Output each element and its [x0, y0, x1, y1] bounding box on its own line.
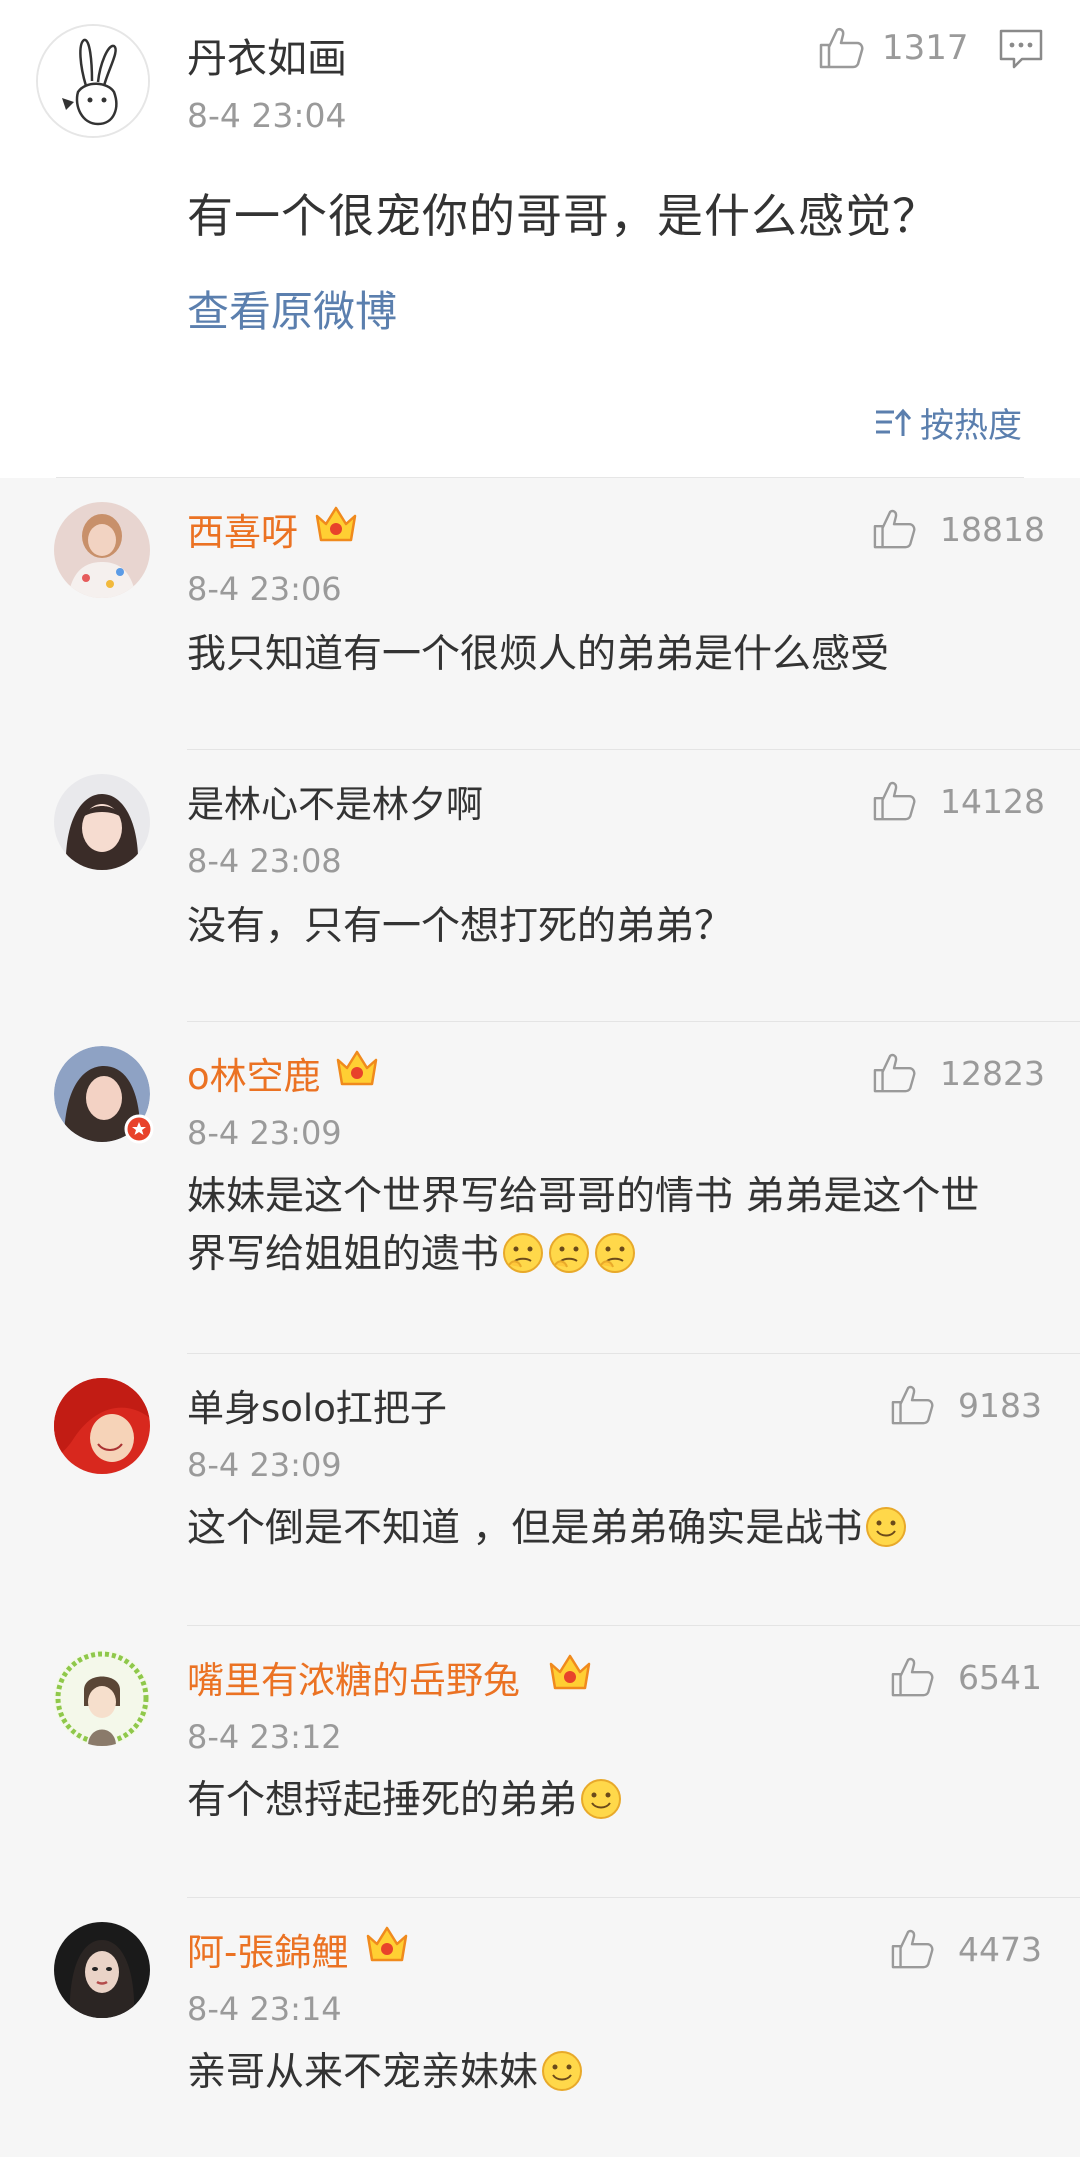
original-post: 丹衣如画 8-4 23:04 1317 有一个很宠你的哥哥，是什么感觉？ 查看原… — [0, 0, 1080, 478]
commenter-name[interactable]: 单身solo扛把子 — [187, 1378, 447, 1432]
comment-timestamp: 8-4 23:06 — [187, 570, 342, 608]
comment-text: 有个想捋起捶死的弟弟 — [187, 1778, 578, 1823]
post-like-count: 1317 — [882, 28, 969, 68]
sort-label: 按热度 — [920, 406, 1022, 446]
commenter-name[interactable]: 嘴里有浓糖的岳野兔 — [187, 1650, 520, 1704]
comment-timestamp: 8-4 23:09 — [187, 1114, 342, 1152]
comment-text: 我只知道有一个很烦人的弟弟是什么感受 — [187, 632, 890, 677]
comment-icon[interactable] — [998, 28, 1044, 74]
sort-by-hot-button[interactable]: 按热度 — [874, 398, 1022, 447]
post-content: 有一个很宠你的哥哥，是什么感觉？ — [187, 189, 939, 243]
comment-like-button[interactable]: 12823 — [872, 1052, 1045, 1094]
thumbs-up-icon — [891, 1657, 934, 1697]
sort-icon — [876, 408, 912, 436]
post-author-avatar[interactable] — [36, 24, 150, 138]
comment-text-block: 亲哥从来不宠亲妹妹 — [187, 2044, 1017, 2102]
comment-like-count: 18818 — [940, 509, 1045, 549]
comment-item: 西喜呀 8-4 23:06 我只知道有一个很烦人的弟弟是什么感受 18818 — [0, 478, 1080, 750]
commenter-name[interactable]: 西喜呀 — [187, 502, 298, 556]
thumbs-up-icon — [891, 1385, 934, 1425]
comment-like-button[interactable]: 9183 — [890, 1384, 1042, 1426]
thumbs-up-icon — [873, 781, 916, 821]
comment-like-button[interactable]: 18818 — [872, 508, 1045, 550]
comment-item: 阿-張錦鯉 8-4 23:14 亲哥从来不宠亲妹妹 4473 — [0, 1898, 1080, 2157]
comment-like-count: 6541 — [958, 1657, 1042, 1697]
comment-text-block: 这个倒是不知道 ，但是弟弟确实是战书 — [187, 1500, 1017, 1558]
comment-text-block: 有个想捋起捶死的弟弟 — [187, 1772, 1017, 1830]
comment-timestamp: 8-4 23:14 — [187, 1990, 342, 2028]
commenter-avatar[interactable] — [54, 1378, 150, 1474]
thinking-emoji-icon — [549, 1233, 590, 1273]
view-original-link[interactable]: 查看原微博 — [187, 278, 397, 339]
comment-item: 单身solo扛把子 8-4 23:09 这个倒是不知道 ，但是弟弟确实是战书 9… — [0, 1354, 1080, 1626]
comment-like-button[interactable]: 4473 — [890, 1928, 1042, 1970]
thumbs-up-icon — [873, 1053, 916, 1093]
comment-like-count: 4473 — [958, 1929, 1042, 1969]
commenter-avatar[interactable] — [54, 774, 150, 870]
comment-like-count: 12823 — [940, 1053, 1045, 1093]
thumbs-up-icon — [873, 509, 916, 549]
smile-emoji-icon — [542, 2051, 583, 2091]
vip-crown-icon — [336, 1050, 378, 1086]
post-like-button[interactable]: 1317 — [818, 26, 969, 70]
vip-crown-icon — [549, 1654, 591, 1690]
smile-emoji-icon — [581, 1779, 622, 1819]
verified-badge-icon — [124, 1114, 154, 1144]
vip-crown-icon — [366, 1926, 408, 1962]
commenter-avatar[interactable] — [54, 1922, 150, 2018]
thumbs-up-icon — [891, 1929, 934, 1969]
comment-like-button[interactable]: 6541 — [890, 1656, 1042, 1698]
comment-text: 没有，只有一个想打死的弟弟？ — [187, 904, 734, 949]
commenter-name[interactable]: 阿-張錦鯉 — [187, 1922, 348, 1976]
comment-item: 是林心不是林夕啊 8-4 23:08 没有，只有一个想打死的弟弟？ 14128 — [0, 750, 1080, 1022]
thinking-emoji-icon — [595, 1233, 636, 1273]
post-author-name[interactable]: 丹衣如画 — [187, 26, 347, 84]
comment-text: 亲哥从来不宠亲妹妹 — [187, 2050, 539, 2095]
comment-like-count: 14128 — [940, 781, 1045, 821]
commenter-name[interactable]: o林空鹿 — [187, 1046, 321, 1100]
commenter-avatar[interactable] — [54, 1046, 154, 1144]
post-timestamp: 8-4 23:04 — [187, 96, 347, 135]
commenter-avatar[interactable] — [54, 1650, 150, 1746]
comment-timestamp: 8-4 23:09 — [187, 1446, 342, 1484]
commenter-avatar[interactable] — [54, 502, 150, 598]
comment-text: 这个倒是不知道 ，但是弟弟确实是战书 — [187, 1506, 863, 1551]
comment-item: 嘴里有浓糖的岳野兔 8-4 23:12 有个想捋起捶死的弟弟 6541 — [0, 1626, 1080, 1898]
comment-text-block: 妹妹是这个世界写给哥哥的情书 弟弟是这个世界写给姐姐的遗书 — [187, 1168, 997, 1284]
vip-crown-icon — [315, 506, 357, 542]
comment-item: o林空鹿 8-4 23:09 妹妹是这个世界写给哥哥的情书 弟弟是这个世界写给姐… — [0, 1022, 1080, 1354]
smile-emoji-icon — [866, 1507, 907, 1547]
comment-like-button[interactable]: 14128 — [872, 780, 1045, 822]
comment-timestamp: 8-4 23:08 — [187, 842, 342, 880]
thumbs-up-icon — [819, 27, 864, 69]
comment-timestamp: 8-4 23:12 — [187, 1718, 342, 1756]
thinking-emoji-icon — [503, 1233, 544, 1273]
commenter-name[interactable]: 是林心不是林夕啊 — [187, 774, 483, 828]
comment-like-count: 9183 — [958, 1385, 1042, 1425]
